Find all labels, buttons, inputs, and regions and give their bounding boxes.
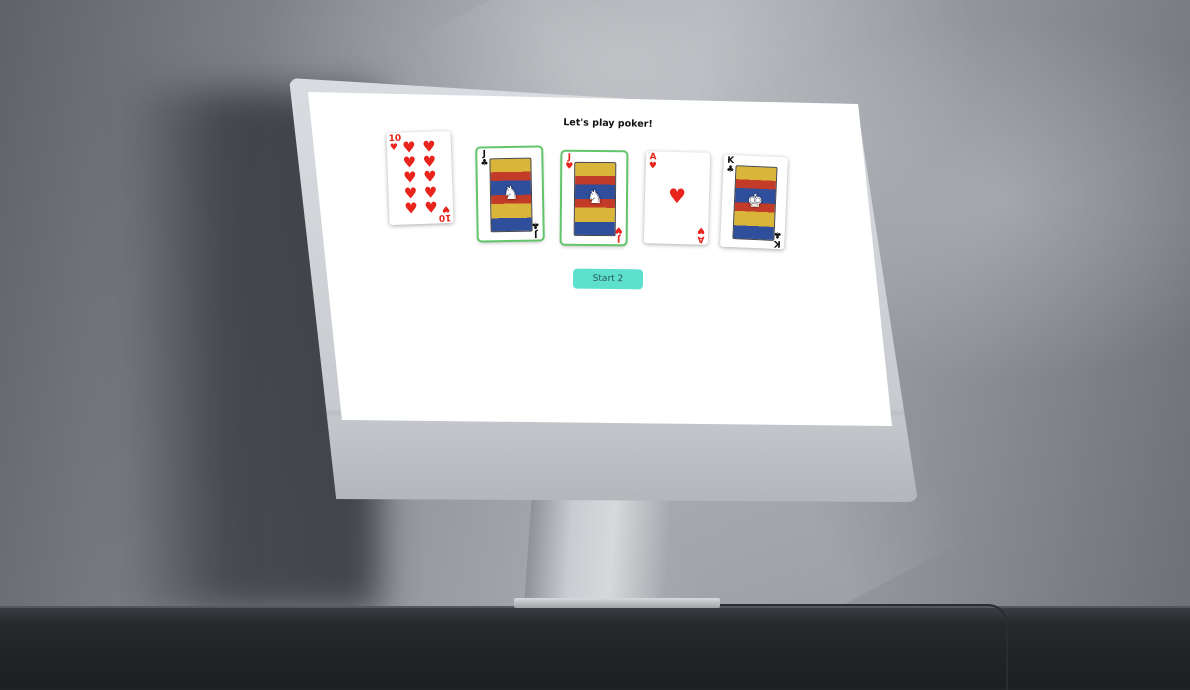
card-corner-top: A ♥	[648, 152, 658, 172]
heart-icon: ♥	[565, 161, 574, 172]
heart-icon: ♥	[667, 183, 687, 209]
card-rank: K	[773, 237, 781, 249]
heart-icon: ♥	[648, 161, 657, 172]
card-jack-of-clubs[interactable]: J ♣ ♞ J ♣	[477, 147, 543, 241]
monitor-stand	[524, 498, 672, 602]
shelf	[0, 608, 1190, 688]
heart-icon: ♥	[389, 142, 399, 154]
heart-icon: ♥	[614, 224, 623, 235]
card-corner-bottom: K ♣	[772, 228, 783, 249]
king-figure-icon: ♚	[746, 190, 764, 213]
page-title: Let's play poker!	[563, 117, 653, 130]
screen: Let's play poker! 10 ♥ ♥ ♥ ♥ ♥ ♥ ♥ ♥ ♥ ♥ …	[308, 92, 892, 426]
jack-portrait: ♞	[573, 161, 617, 237]
card-rank: A	[697, 233, 705, 244]
club-icon: ♣	[773, 228, 782, 240]
card-rank: 10	[438, 211, 452, 223]
club-icon: ♣	[531, 219, 540, 230]
heart-icon: ♥	[404, 198, 419, 218]
card-rank: J	[533, 228, 538, 239]
jack-figure-icon: ♞	[586, 186, 604, 209]
jack-figure-icon: ♞	[502, 182, 520, 205]
heart-icon: ♥	[441, 202, 451, 214]
card-ten-of-hearts[interactable]: 10 ♥ ♥ ♥ ♥ ♥ ♥ ♥ ♥ ♥ ♥ ♥ 10 ♥	[386, 130, 454, 226]
card-rank: J	[616, 233, 621, 244]
card-king-of-clubs[interactable]: K ♣ ♚ K ♣	[720, 154, 788, 250]
king-portrait: ♚	[732, 165, 778, 241]
monitor: Let's play poker! 10 ♥ ♥ ♥ ♥ ♥ ♥ ♥ ♥ ♥ ♥ …	[289, 78, 918, 502]
card-corner-top: J ♣	[479, 149, 489, 169]
card-corner-top: 10 ♥	[388, 134, 401, 154]
card-corner-bottom: J ♥	[614, 224, 624, 244]
card-corner-bottom: A ♥	[696, 224, 706, 244]
card-corner-top: J ♥	[564, 153, 574, 172]
power-cable	[716, 604, 1008, 690]
start-button[interactable]: Start 2	[572, 268, 644, 290]
card-corner-bottom: 10 ♥	[438, 202, 452, 223]
card-ace-of-hearts[interactable]: A ♥ ♥ A ♥	[643, 151, 711, 245]
card-corner-bottom: J ♣	[530, 219, 540, 239]
club-icon: ♣	[726, 164, 735, 176]
card-jack-of-hearts[interactable]: J ♥ ♞ J ♥	[561, 151, 627, 245]
card-pips: ♥ ♥ ♥ ♥ ♥ ♥ ♥ ♥ ♥ ♥	[399, 137, 442, 218]
heart-icon: ♥	[697, 224, 706, 235]
monitor-stand-base	[514, 598, 720, 608]
club-icon: ♣	[480, 158, 489, 169]
jack-portrait: ♞	[489, 157, 533, 233]
